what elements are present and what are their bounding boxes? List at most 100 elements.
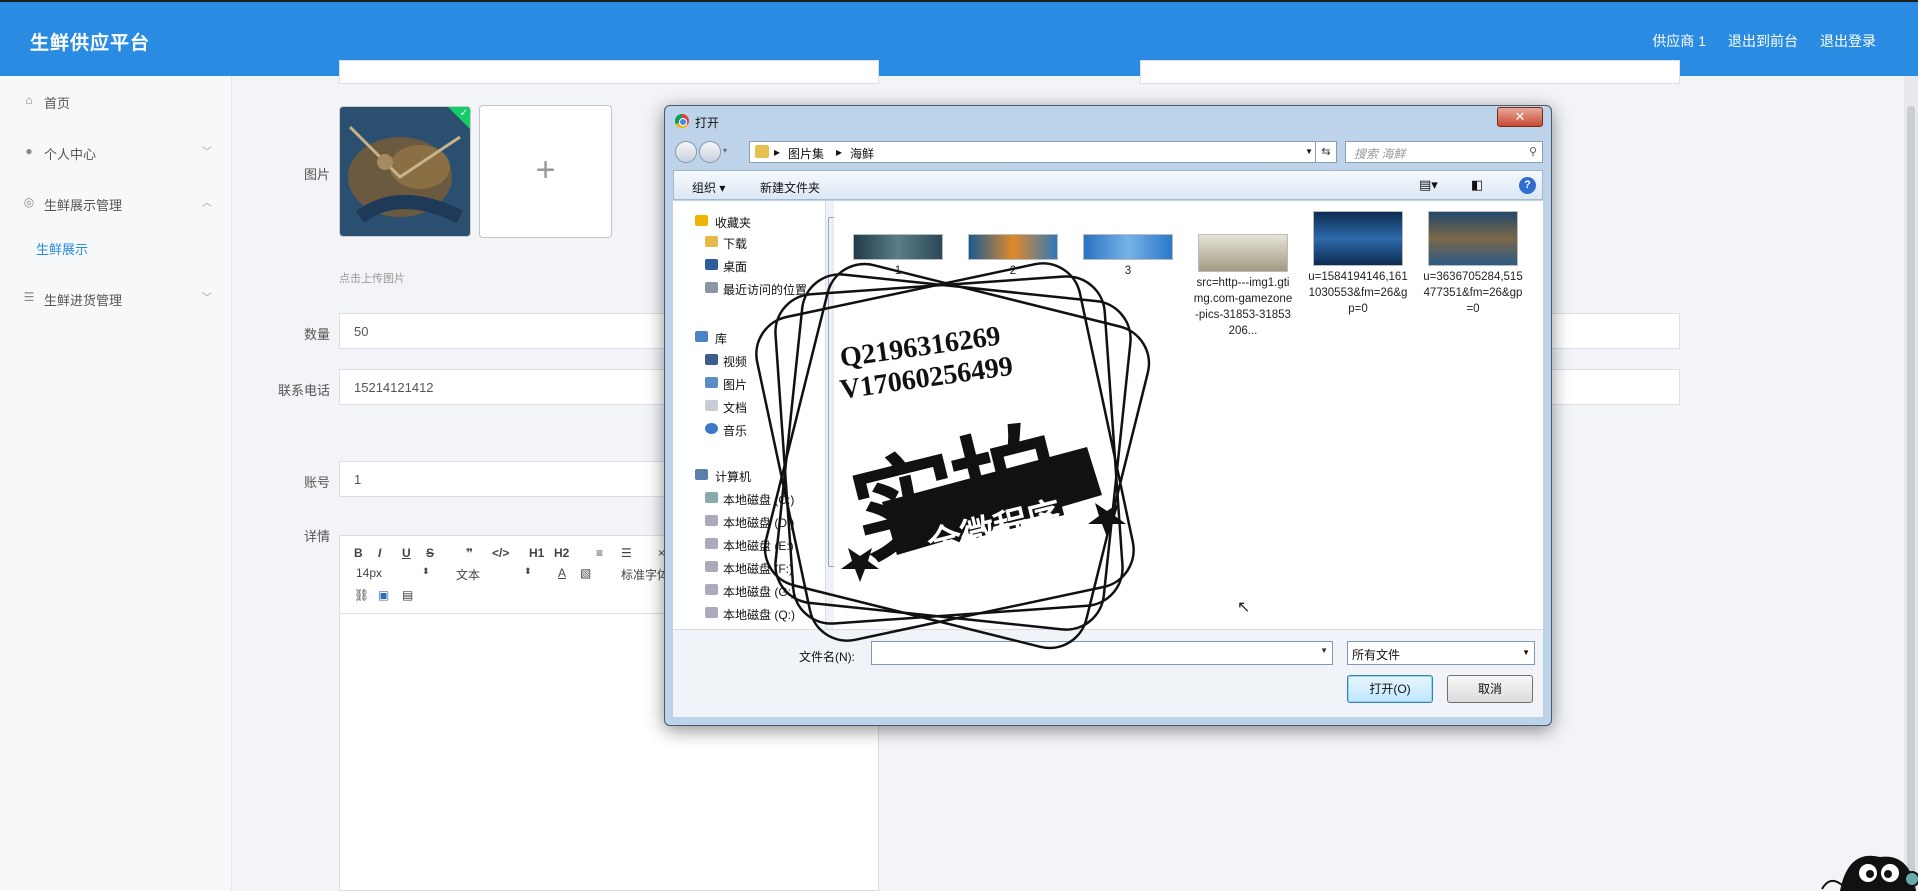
history-dropdown-icon[interactable]: ▾ xyxy=(723,146,727,155)
chevron-down-icon: ﹀ xyxy=(202,147,212,158)
account-label: 账号 xyxy=(303,475,330,490)
path-breadcrumb[interactable]: ▸ 图片集 ▸ 海鲜 ▼ xyxy=(749,141,1319,163)
sidebar-item-purchase-mgmt[interactable]: ☰ 生鲜进货管理 ﹀ xyxy=(0,277,232,317)
file-thumbnail xyxy=(1198,234,1288,272)
chevron-right-icon: ▸ xyxy=(836,145,843,159)
drive-icon xyxy=(705,607,718,618)
forward-button[interactable] xyxy=(699,141,721,163)
page-scrollbar-thumb[interactable] xyxy=(1907,106,1915,886)
nav-downloads[interactable]: 下载 xyxy=(723,235,747,252)
nav-videos[interactable]: 视频 xyxy=(723,353,747,370)
folder-icon xyxy=(755,145,769,158)
nav-music[interactable]: 音乐 xyxy=(723,422,747,439)
new-folder-button[interactable]: 新建文件夹 xyxy=(760,179,820,196)
chevron-up-icon: ︿ xyxy=(202,198,212,209)
font-size-select[interactable]: 14px xyxy=(356,566,382,580)
h2-button[interactable]: H2 xyxy=(554,546,569,560)
back-button[interactable] xyxy=(675,141,697,163)
detail-label: 详情 xyxy=(303,529,330,544)
bold-button[interactable]: B xyxy=(354,546,363,560)
video-library-icon xyxy=(705,354,718,365)
chevron-down-icon: ﹀ xyxy=(202,293,212,304)
file-thumbnail xyxy=(1313,211,1403,266)
refresh-icon[interactable]: ⇆ xyxy=(1315,141,1337,163)
sidebar-subitem-fresh-display[interactable]: 生鲜展示 xyxy=(36,239,88,258)
page-scrollbar[interactable] xyxy=(1904,76,1918,891)
bullet-list-icon[interactable]: ☰ xyxy=(621,546,632,560)
cancel-button[interactable]: 取消 xyxy=(1447,675,1533,703)
image-label: 图片 xyxy=(303,167,330,182)
sidebar-item-label: 首页 xyxy=(44,96,71,111)
filetype-select[interactable]: 所有文件 ▼ xyxy=(1347,641,1535,665)
right-input-1[interactable] xyxy=(1540,313,1680,349)
chevron-updown-icon: ⬍ xyxy=(422,566,430,576)
sidebar-item-label: 生鲜进货管理 xyxy=(44,293,123,308)
list-icon: ☰ xyxy=(23,290,35,304)
open-button[interactable]: 打开(O) xyxy=(1347,675,1433,703)
drive-icon xyxy=(705,584,718,595)
chevron-down-icon[interactable]: ▼ xyxy=(1320,646,1328,655)
preview-pane-icon[interactable]: ◧ xyxy=(1471,177,1483,193)
search-icon: ⚲ xyxy=(1528,146,1537,158)
file-item-4[interactable]: src=http---img1.gtimg.com-gamezone-pics-… xyxy=(1193,234,1293,339)
nav-favorites[interactable]: 收藏夹 xyxy=(715,214,751,231)
sidebar-item-label: 生鲜展示管理 xyxy=(44,198,123,213)
nav-pictures[interactable]: 图片 xyxy=(723,376,747,393)
h1-button[interactable]: H1 xyxy=(529,546,544,560)
file-name: u=3636705284,515477351&fm=26&gp=0 xyxy=(1423,271,1523,315)
file-item-6[interactable]: u=3636705284,515477351&fm=26&gp=0 xyxy=(1423,211,1523,317)
italic-button[interactable]: I xyxy=(378,546,381,560)
video-insert-icon[interactable]: ▤ xyxy=(402,588,413,602)
nav-computer[interactable]: 计算机 xyxy=(715,468,751,485)
uploaded-image-thumbnail[interactable]: ✓ xyxy=(339,106,471,237)
sidebar-item-home[interactable]: ⌂ 首页 xyxy=(0,80,232,120)
sidebar-item-fresh-display-mgmt[interactable]: ◎ 生鲜展示管理 ︿ xyxy=(0,182,232,222)
underline-button[interactable]: U xyxy=(402,546,411,560)
file-name: src=http---img1.gtimg.com-gamezone-pics-… xyxy=(1193,277,1293,337)
organize-button[interactable]: 组织 ▾ xyxy=(692,179,725,196)
top-input-left[interactable] xyxy=(339,60,879,84)
font-family-select[interactable]: 标准字体 xyxy=(621,566,669,583)
mascot-icon xyxy=(1820,849,1918,891)
user-icon: ● xyxy=(25,144,33,158)
ordered-list-icon[interactable]: ≡ xyxy=(596,546,603,560)
search-placeholder: 搜索 海鲜 xyxy=(1354,147,1406,161)
font-color-icon[interactable]: A xyxy=(558,566,566,580)
sidebar-item-personal-center[interactable]: ● 个人中心 ﹀ xyxy=(0,131,232,171)
file-item-5[interactable]: u=1584194146,1611030553&fm=26&gp=0 xyxy=(1308,211,1408,317)
text-type-select[interactable]: 文本 xyxy=(456,566,480,583)
supplier-user-link[interactable]: 供应商 1 xyxy=(1652,31,1706,51)
bg-color-icon[interactable]: ▧ xyxy=(580,566,591,580)
upload-image-button[interactable]: + xyxy=(479,105,612,238)
address-bar: ▾ ▸ 图片集 ▸ 海鲜 ▼ ⇆ 搜索 海鲜 ⚲ xyxy=(673,140,1543,164)
documents-library-icon xyxy=(705,400,718,411)
library-icon xyxy=(695,331,708,342)
nav-library[interactable]: 库 xyxy=(715,330,727,347)
link-icon[interactable]: ⛓ xyxy=(354,588,369,602)
desktop-icon xyxy=(705,259,718,270)
top-input-right[interactable] xyxy=(1140,60,1680,84)
download-folder-icon xyxy=(705,236,718,247)
strike-button[interactable]: S xyxy=(426,546,434,560)
help-icon[interactable]: ? xyxy=(1519,177,1536,194)
drive-icon xyxy=(705,515,718,526)
breadcrumb-seafood[interactable]: 海鲜 xyxy=(850,145,874,162)
exit-to-frontend-link[interactable]: 退出到前台 xyxy=(1728,31,1798,51)
breadcrumb-pictures[interactable]: 图片集 xyxy=(788,145,824,162)
computer-icon xyxy=(695,469,708,480)
dialog-close-button[interactable]: ✕ xyxy=(1497,107,1543,127)
quote-button[interactable]: ❞ xyxy=(466,546,473,560)
code-button[interactable]: </> xyxy=(492,546,509,560)
logout-link[interactable]: 退出登录 xyxy=(1820,31,1876,51)
image-insert-icon[interactable]: ▣ xyxy=(378,588,389,602)
right-input-2[interactable] xyxy=(1540,369,1680,405)
nav-documents[interactable]: 文档 xyxy=(723,399,747,416)
file-name: u=1584194146,1611030553&fm=26&gp=0 xyxy=(1308,271,1408,315)
search-input[interactable]: 搜索 海鲜 ⚲ xyxy=(1345,141,1543,163)
mouse-cursor-icon: ↖ xyxy=(1237,599,1251,616)
view-options-icon[interactable]: ▤▾ xyxy=(1419,177,1438,193)
drive-icon xyxy=(705,538,718,549)
chevron-down-icon[interactable]: ▼ xyxy=(1305,147,1313,156)
nav-desktop[interactable]: 桌面 xyxy=(723,258,747,275)
upload-hint: 点击上传图片 xyxy=(339,273,405,285)
